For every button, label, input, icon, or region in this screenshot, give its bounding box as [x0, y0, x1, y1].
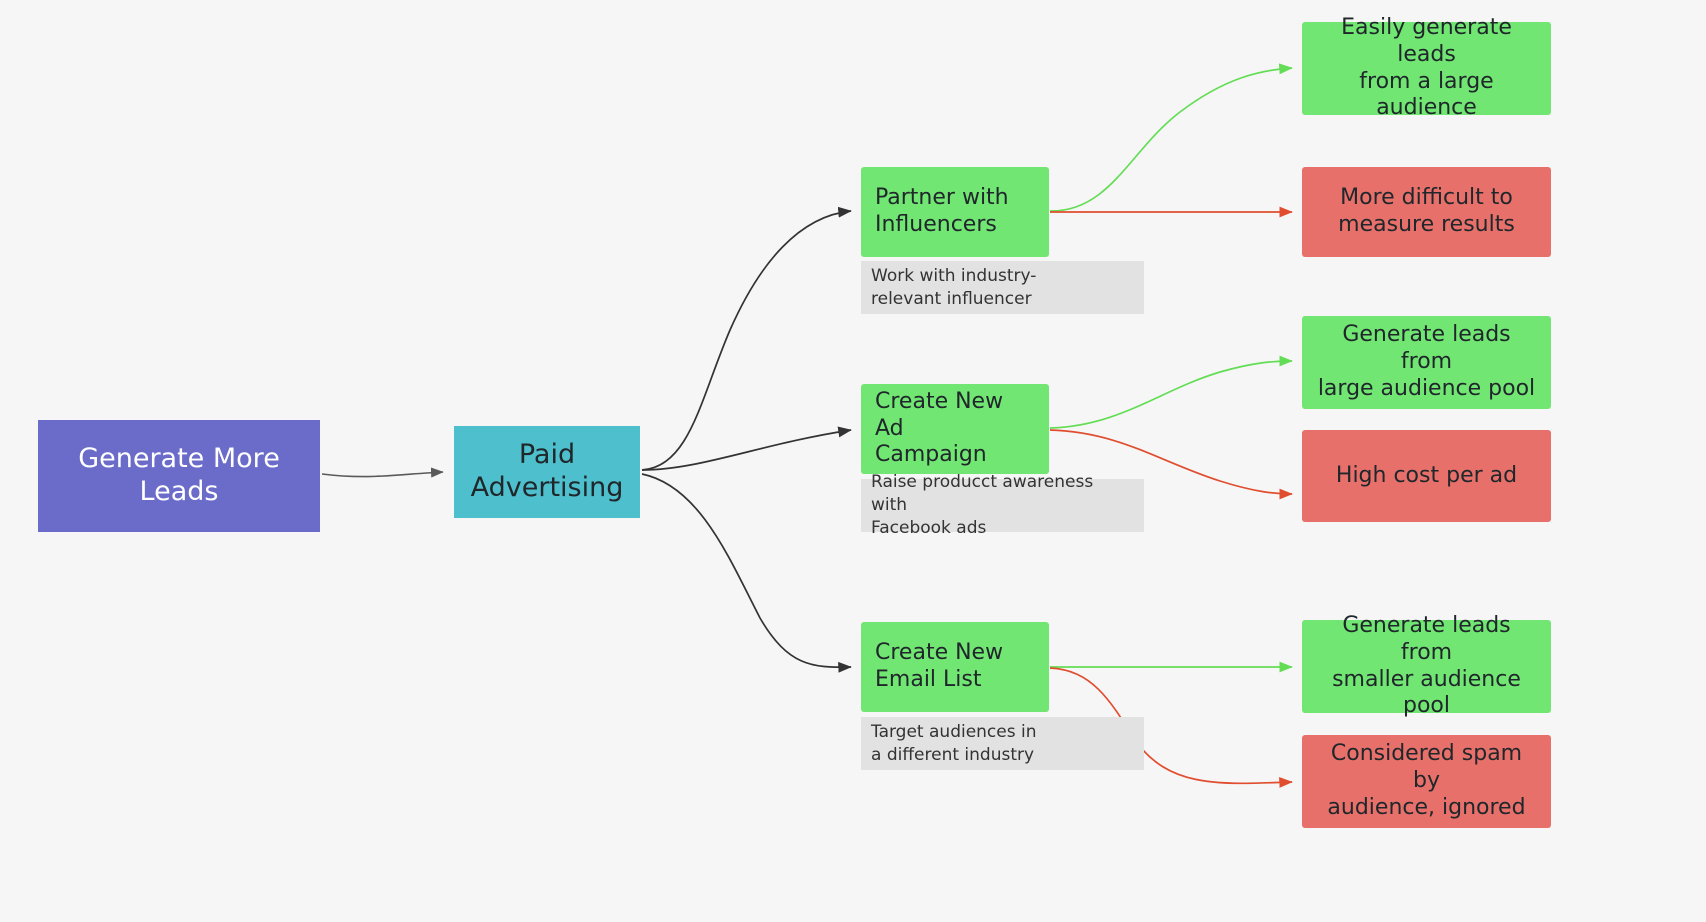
- node-label: Generate More Leads: [78, 443, 280, 507]
- outcome-pro-partner-with-influencers[interactable]: Easily generate leads from a large audie…: [1302, 15, 1551, 120]
- node-label: High cost per ad: [1335, 462, 1518, 488]
- edge-category-to-create-new-email-list: [641, 473, 852, 673]
- edge-category-to-create-new-ad-campaign: [641, 426, 852, 471]
- node-paid-advertising[interactable]: Paid Advertising: [454, 426, 640, 518]
- node-partner-with-influencers[interactable]: Partner with Influencers: [861, 167, 1049, 257]
- note-partner-with-influencers: Work with industry- relevant influencer: [861, 261, 1144, 314]
- node-label: Easily generate leads from a large audie…: [1341, 14, 1512, 121]
- node-label: Paid Advertising: [470, 439, 624, 503]
- edge-category-to-partner-with-influencers: [641, 206, 852, 471]
- node-label: Generate leads from smaller audience poo…: [1332, 612, 1521, 719]
- node-label: Create New Ad Campaign: [875, 388, 1004, 468]
- edge-partner-with-influencers-to-pro: [1049, 63, 1293, 212]
- node-create-new-email-list[interactable]: Create New Email List: [861, 622, 1049, 712]
- outcome-pro-create-new-ad-campaign[interactable]: Generate leads from large audience pool: [1302, 316, 1551, 409]
- note-label: Work with industry- relevant influencer: [871, 265, 1037, 309]
- edge-create-new-ad-campaign-to-pro: [1049, 355, 1293, 429]
- mindmap-canvas: Generate More Leads Paid Advertising Par…: [0, 0, 1706, 922]
- note-label: Target audiences in a different industry: [871, 721, 1037, 765]
- outcome-con-create-new-ad-campaign[interactable]: High cost per ad: [1302, 430, 1551, 522]
- edge-root-to-category: [321, 467, 444, 478]
- outcome-con-create-new-email-list[interactable]: Considered spam by audience, ignored: [1302, 735, 1551, 828]
- node-label: Considered spam by audience, ignored: [1327, 741, 1526, 820]
- node-create-new-ad-campaign[interactable]: Create New Ad Campaign: [861, 384, 1049, 474]
- node-label: Partner with Influencers: [875, 185, 1009, 237]
- note-create-new-ad-campaign: Raise producct awareness with Facebook a…: [861, 472, 1144, 538]
- outcome-con-partner-with-influencers[interactable]: More difficult to measure results: [1302, 167, 1551, 257]
- node-generate-more-leads[interactable]: Generate More Leads: [38, 420, 320, 532]
- node-label: Generate leads from large audience pool: [1317, 322, 1536, 401]
- node-label: More difficult to measure results: [1338, 185, 1515, 237]
- note-label: Raise producct awareness with Facebook a…: [871, 472, 1094, 538]
- node-label: Create New Email List: [875, 640, 1004, 692]
- outcome-pro-create-new-email-list[interactable]: Generate leads from smaller audience poo…: [1302, 613, 1551, 718]
- note-create-new-email-list: Target audiences in a different industry: [861, 717, 1144, 770]
